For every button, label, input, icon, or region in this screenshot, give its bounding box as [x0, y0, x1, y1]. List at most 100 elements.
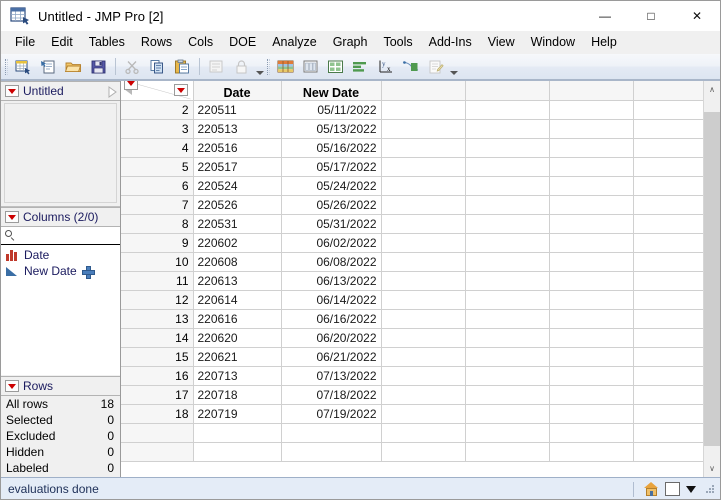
toolbar-overflow-button-1[interactable]: [254, 56, 265, 78]
cell-empty[interactable]: [549, 309, 634, 329]
red-triangle-menu-icon[interactable]: [5, 380, 19, 392]
table-row[interactable]: 18 220719 07/19/2022: [121, 404, 703, 424]
cell-new-date[interactable]: 06/21/2022: [281, 347, 382, 367]
cell-date[interactable]: 220621: [193, 347, 282, 367]
cell-empty[interactable]: [381, 176, 466, 196]
row-number-cell[interactable]: 10: [121, 252, 194, 272]
column-item-new-date[interactable]: New Date: [1, 263, 120, 279]
cell-empty[interactable]: [381, 271, 466, 291]
menu-doe[interactable]: DOE: [221, 32, 264, 53]
save-icon[interactable]: [87, 56, 110, 78]
cell-empty[interactable]: [633, 385, 703, 405]
close-button[interactable]: ✕: [674, 1, 720, 31]
column-header-date[interactable]: Date: [193, 81, 282, 101]
table-row[interactable]: 3 220513 05/13/2022: [121, 119, 703, 139]
cell-empty[interactable]: [633, 309, 703, 329]
column-header-blank-2[interactable]: [465, 81, 550, 101]
column-header-blank-3[interactable]: [549, 81, 634, 101]
cell-new-date[interactable]: 05/31/2022: [281, 214, 382, 234]
cell-empty[interactable]: [549, 404, 634, 424]
cell-date[interactable]: [193, 423, 282, 443]
cell-date[interactable]: 220516: [193, 138, 282, 158]
cell-empty[interactable]: [549, 195, 634, 215]
cell-empty[interactable]: [465, 157, 550, 177]
cell-empty[interactable]: [381, 214, 466, 234]
cell-empty[interactable]: [381, 328, 466, 348]
row-number-cell[interactable]: [121, 442, 194, 462]
tabulate-icon[interactable]: [324, 56, 347, 78]
cell-empty[interactable]: [549, 176, 634, 196]
cell-new-date[interactable]: 07/13/2022: [281, 366, 382, 386]
row-number-cell[interactable]: 12: [121, 290, 194, 310]
menu-file[interactable]: File: [7, 32, 43, 53]
cell-empty[interactable]: [381, 309, 466, 329]
red-triangle-menu-icon[interactable]: [173, 84, 188, 96]
plus-formula-icon[interactable]: [81, 265, 95, 279]
cell-empty[interactable]: [465, 328, 550, 348]
cell-new-date[interactable]: 06/16/2022: [281, 309, 382, 329]
cell-empty[interactable]: [381, 366, 466, 386]
copy-icon[interactable]: [146, 56, 169, 78]
cell-empty[interactable]: [549, 119, 634, 139]
cell-empty[interactable]: [381, 100, 466, 120]
cell-date[interactable]: 220718: [193, 385, 282, 405]
cell-empty[interactable]: [549, 423, 634, 443]
table-row[interactable]: 5 220517 05/17/2022: [121, 157, 703, 177]
scrollbar-track[interactable]: [704, 98, 720, 460]
cell-empty[interactable]: [549, 252, 634, 272]
table-row[interactable]: 17 220718 07/18/2022: [121, 385, 703, 405]
table-row[interactable]: 14 220620 06/20/2022: [121, 328, 703, 348]
scrollbar-thumb[interactable]: [704, 112, 720, 446]
cell-date[interactable]: 220531: [193, 214, 282, 234]
cell-empty[interactable]: [633, 100, 703, 120]
cell-date[interactable]: 220620: [193, 328, 282, 348]
table-row[interactable]: 9 220602 06/02/2022: [121, 233, 703, 253]
rows-stat-excluded[interactable]: Excluded 0: [1, 428, 120, 444]
window-square-icon[interactable]: [665, 482, 680, 496]
cell-date[interactable]: 220608: [193, 252, 282, 272]
cell-empty[interactable]: [465, 233, 550, 253]
row-number-cell[interactable]: 7: [121, 195, 194, 215]
cell-empty[interactable]: [549, 138, 634, 158]
rows-panel-header[interactable]: Rows: [1, 376, 120, 396]
columns-search-box[interactable]: [1, 227, 120, 245]
menu-cols[interactable]: Cols: [180, 32, 221, 53]
cell-empty[interactable]: [633, 119, 703, 139]
table-row[interactable]: 16 220713 07/13/2022: [121, 366, 703, 386]
rows-stat-hidden[interactable]: Hidden 0: [1, 444, 120, 460]
cell-empty[interactable]: [549, 328, 634, 348]
table-row[interactable]: 15 220621 06/21/2022: [121, 347, 703, 367]
cut-scissors-icon[interactable]: [121, 56, 144, 78]
cell-new-date[interactable]: 06/20/2022: [281, 328, 382, 348]
table-panel-header[interactable]: Untitled: [1, 81, 120, 101]
table-row[interactable]: 12 220614 06/14/2022: [121, 290, 703, 310]
table-row[interactable]: 7 220526 05/26/2022: [121, 195, 703, 215]
cell-empty[interactable]: [381, 404, 466, 424]
cell-empty[interactable]: [381, 423, 466, 443]
cell-new-date[interactable]: 05/24/2022: [281, 176, 382, 196]
row-number-cell[interactable]: 8: [121, 214, 194, 234]
cell-empty[interactable]: [465, 195, 550, 215]
row-number-cell[interactable]: 14: [121, 328, 194, 348]
rows-stat-labeled[interactable]: Labeled 0: [1, 460, 120, 476]
row-number-cell[interactable]: 17: [121, 385, 194, 405]
cell-empty[interactable]: [465, 252, 550, 272]
dropdown-triangle-icon[interactable]: [686, 485, 696, 493]
cell-empty[interactable]: [381, 195, 466, 215]
column-header-blank-1[interactable]: [381, 81, 466, 101]
column-item-date[interactable]: Date: [1, 247, 120, 263]
cell-new-date[interactable]: 05/26/2022: [281, 195, 382, 215]
graph-builder-icon[interactable]: [399, 56, 422, 78]
cell-date[interactable]: 220713: [193, 366, 282, 386]
cell-empty[interactable]: [633, 404, 703, 424]
cell-date[interactable]: [193, 442, 282, 462]
table-row[interactable]: 13 220616 06/16/2022: [121, 309, 703, 329]
table-row[interactable]: 6 220524 05/24/2022: [121, 176, 703, 196]
cell-empty[interactable]: [633, 290, 703, 310]
cell-date[interactable]: 220517: [193, 157, 282, 177]
cell-empty[interactable]: [465, 309, 550, 329]
cell-empty[interactable]: [465, 100, 550, 120]
cell-empty[interactable]: [549, 157, 634, 177]
distribution-icon[interactable]: [274, 56, 297, 78]
cell-new-date[interactable]: 07/18/2022: [281, 385, 382, 405]
